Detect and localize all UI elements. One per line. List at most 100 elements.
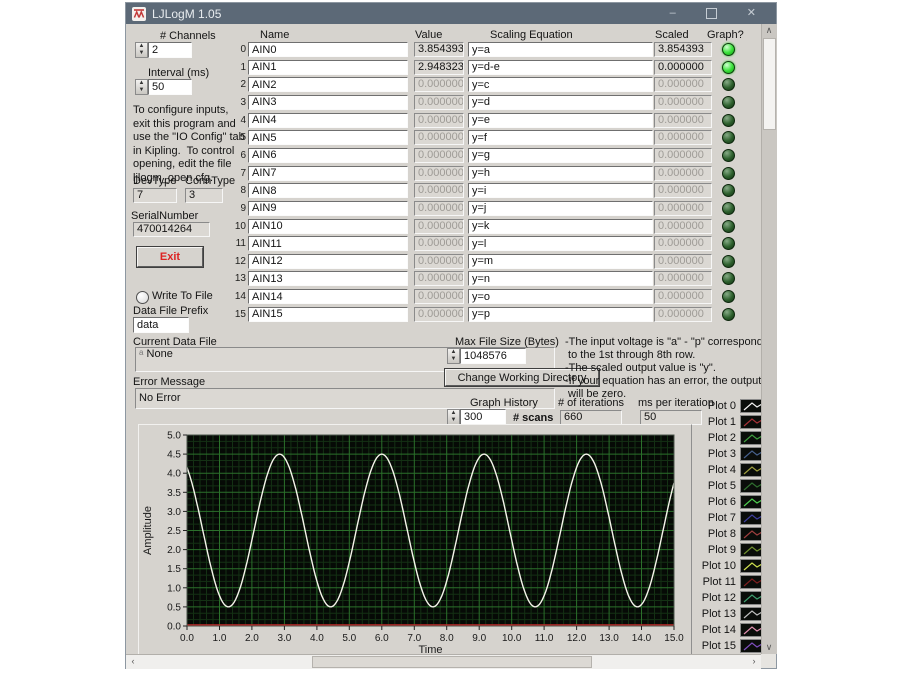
channel-name-input[interactable] [248,236,408,251]
channel-name-input[interactable] [248,113,408,128]
table-row: 100.0000000.000000 [126,219,776,235]
scaling-equation-input[interactable] [468,60,653,75]
svg-text:1.5: 1.5 [167,564,181,575]
graph-led[interactable] [722,255,735,268]
maximize-button[interactable] [706,8,717,19]
channel-name-input[interactable] [248,42,408,57]
scroll-down-icon[interactable]: ∨ [762,641,776,654]
scaling-equation-input[interactable] [468,42,653,57]
row-index: 2 [222,79,246,90]
vertical-scrollbar[interactable]: ∧ ∨ [761,24,777,654]
scaling-equation-input[interactable] [468,95,653,110]
app-window: LJLogM 1.05 – ✕ # Channels ▲▼ Interval (… [125,2,777,669]
legend-label: Plot 14 [692,624,736,636]
channel-value: 0.000000 [414,166,464,181]
vertical-scrollbar-thumb[interactable] [763,38,776,130]
svg-text:6.0: 6.0 [375,633,389,644]
close-button[interactable]: ✕ [747,8,756,19]
graph-led[interactable] [722,184,735,197]
channel-name-input[interactable] [248,148,408,163]
channel-value: 0.000000 [414,77,464,92]
scroll-left-icon[interactable]: ‹ [126,655,140,668]
graph-led[interactable] [722,220,735,233]
graph-led[interactable] [722,308,735,321]
scaling-equation-input[interactable] [468,289,653,304]
channel-name-input[interactable] [248,201,408,216]
scaling-equation-input[interactable] [468,183,653,198]
row-index: 15 [222,309,246,320]
resize-grip[interactable] [761,654,776,668]
channel-value: 0.000000 [414,236,464,251]
channel-name-input[interactable] [248,95,408,110]
row-index: 6 [222,150,246,161]
scaled-value: 0.000000 [654,219,712,234]
graph-history-input[interactable] [460,409,506,425]
max-file-size-label: Max File Size (Bytes) [455,336,559,348]
channel-name-input[interactable] [248,289,408,304]
graph-led[interactable] [722,167,735,180]
row-index: 12 [222,256,246,267]
graph-led[interactable] [722,96,735,109]
scaled-value: 0.000000 [654,113,712,128]
legend-label: Plot 8 [692,528,736,540]
graph-led[interactable] [722,61,735,74]
row-index: 13 [222,273,246,284]
scaling-equation-input[interactable] [468,236,653,251]
horizontal-scrollbar-thumb[interactable] [312,656,592,668]
row-index: 3 [222,97,246,108]
svg-text:0.0: 0.0 [180,633,194,644]
channel-value: 0.000000 [414,113,464,128]
max-file-size-spinner-arrows[interactable]: ▲▼ [447,348,460,364]
channel-name-input[interactable] [248,307,408,322]
channel-name-input[interactable] [248,130,408,145]
table-row: 20.0000000.000000 [126,77,776,93]
graph-led[interactable] [722,43,735,56]
scaling-equation-input[interactable] [468,113,653,128]
table-row: 30.0000000.000000 [126,95,776,111]
scaling-equation-input[interactable] [468,130,653,145]
channel-name-input[interactable] [248,183,408,198]
scaling-equation-input[interactable] [468,219,653,234]
graph-led[interactable] [722,237,735,250]
graph-led[interactable] [722,290,735,303]
scaling-equation-input[interactable] [468,307,653,322]
scroll-right-icon[interactable]: › [747,655,761,668]
svg-text:3.5: 3.5 [167,488,181,499]
scaling-equation-input[interactable] [468,166,653,181]
horizontal-scrollbar[interactable]: ‹ › [126,654,761,669]
max-file-size-input[interactable] [460,348,526,364]
scroll-up-icon[interactable]: ∧ [762,24,776,37]
svg-text:2.0: 2.0 [167,545,181,556]
graph-history-spinner-arrows[interactable]: ▲▼ [447,409,460,425]
scaling-equation-input[interactable] [468,148,653,163]
minimize-button[interactable]: – [670,8,676,19]
titlebar: LJLogM 1.05 – ✕ [126,3,776,24]
scaling-equation-input[interactable] [468,271,653,286]
channel-name-input[interactable] [248,77,408,92]
graph-led[interactable] [722,131,735,144]
channel-value: 0.000000 [414,307,464,322]
error-message-label: Error Message [133,376,205,388]
svg-text:12.0: 12.0 [567,633,587,644]
scaling-equation-input[interactable] [468,254,653,269]
legend-label: Plot 13 [692,608,736,620]
table-row: 150.0000000.000000 [126,307,776,323]
graph-led[interactable] [722,202,735,215]
channel-name-input[interactable] [248,60,408,75]
channel-name-input[interactable] [248,271,408,286]
legend-label: Plot 5 [692,480,736,492]
legend-label: Plot 9 [692,544,736,556]
channel-name-input[interactable] [248,219,408,234]
graph-led[interactable] [722,272,735,285]
scaled-value: 0.000000 [654,166,712,181]
row-index: 14 [222,291,246,302]
channel-name-input[interactable] [248,166,408,181]
channel-name-input[interactable] [248,254,408,269]
scaling-equation-input[interactable] [468,201,653,216]
graph-led[interactable] [722,149,735,162]
graph-led[interactable] [722,78,735,91]
scaling-equation-input[interactable] [468,77,653,92]
graph-led[interactable] [722,114,735,127]
table-row: 60.0000000.000000 [126,148,776,164]
svg-text:4.0: 4.0 [167,469,181,480]
